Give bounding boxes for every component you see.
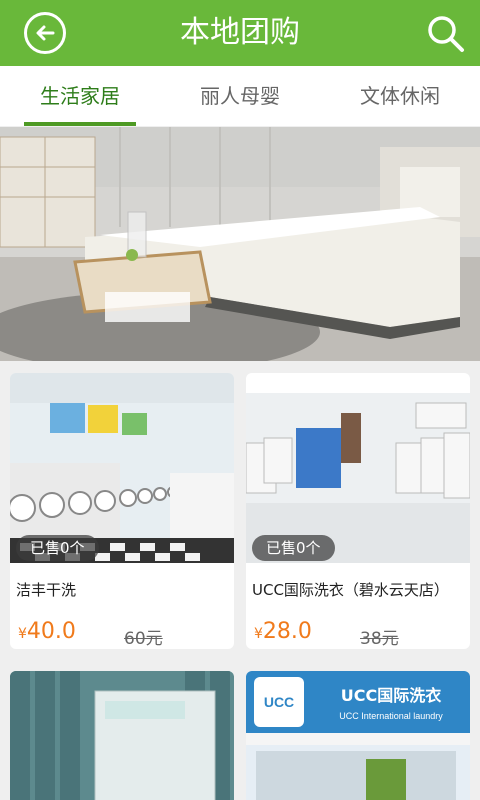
sold-count-badge: 已售0个 — [252, 535, 335, 561]
deal-card[interactable]: 已售0个 洁丰干洗 ¥40.0 60元 — [10, 373, 234, 649]
search-icon — [428, 16, 464, 52]
deal-name: 洁丰干洗 — [16, 581, 77, 599]
app-header: 本地团购 — [0, 0, 480, 66]
currency-symbol: ¥ — [18, 626, 27, 642]
tab-sports-leisure[interactable]: 文体休闲 — [320, 66, 480, 126]
deal-card[interactable]: 已售0个 UCC国际洗衣（碧水云天店） ¥28.0 38元 — [246, 373, 470, 649]
store-sign-name: UCC国际洗衣 — [341, 686, 441, 705]
ucc-logo: UCC — [264, 694, 294, 710]
deal-card[interactable] — [10, 671, 234, 800]
deal-price: ¥28.0 — [254, 619, 312, 644]
ucc-storefront-image: UCC UCC国际洗衣 UCC International laundry — [246, 671, 470, 800]
deal-image: UCC UCC国际洗衣 UCC International laundry — [246, 671, 470, 800]
price-value: 28.0 — [262, 619, 312, 644]
store-sign-sub: UCC International laundry — [339, 711, 443, 721]
sofa-showroom-image — [0, 127, 480, 361]
tab-home-living[interactable]: 生活家居 — [0, 66, 160, 126]
deal-price: ¥40.0 — [18, 619, 76, 644]
price-value: 40.0 — [26, 619, 76, 644]
search-button[interactable] — [426, 14, 466, 54]
category-tabs: 生活家居 丽人母婴 文体休闲 — [0, 66, 480, 126]
page-title: 本地团购 — [180, 15, 300, 50]
deal-image — [10, 671, 234, 800]
original-price: 60元 — [124, 629, 163, 649]
tab-beauty-baby[interactable]: 丽人母婴 — [160, 66, 320, 126]
drycleaning-machine-image — [10, 671, 234, 800]
sold-count-badge: 已售0个 — [16, 535, 99, 561]
deal-card[interactable]: UCC UCC国际洗衣 UCC International laundry — [246, 671, 470, 800]
promo-banner[interactable] — [0, 127, 480, 361]
currency-symbol: ¥ — [254, 626, 263, 642]
deal-name: UCC国际洗衣（碧水云天店） — [252, 581, 449, 599]
original-price: 38元 — [360, 629, 399, 649]
deal-grid: 已售0个 洁丰干洗 ¥40.0 60元 已售0个 UCC国际洗衣（碧水云天店） … — [0, 361, 480, 800]
